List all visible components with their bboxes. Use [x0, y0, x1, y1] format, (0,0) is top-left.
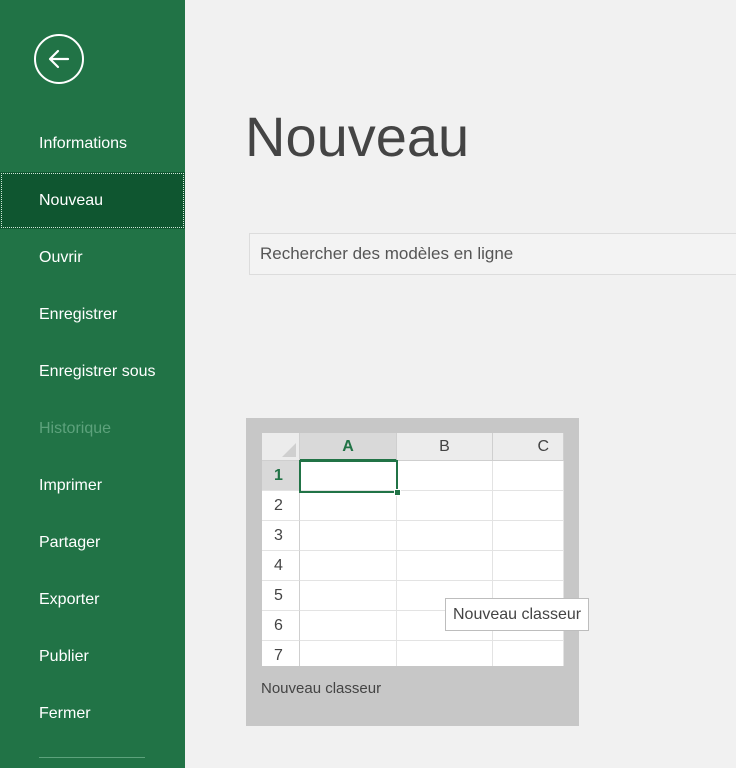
column-header-c: C: [493, 433, 564, 461]
template-label: Nouveau classeur: [261, 680, 382, 697]
sheet-cell: [493, 461, 564, 491]
sheet-cell: [300, 641, 397, 666]
workbook-preview: A B C 1 2 3 4 5 6 7: [262, 433, 564, 666]
sheet-cell: [493, 551, 564, 581]
active-cell-a1: [299, 460, 398, 493]
sheet-cell: [300, 491, 397, 521]
select-all-corner: [262, 433, 300, 461]
nav-item-exporter[interactable]: Exporter: [0, 571, 185, 628]
row-header-7: 7: [262, 641, 300, 666]
nav-item-informations[interactable]: Informations: [0, 115, 185, 172]
sheet-cell: [397, 551, 493, 581]
sheet-cell: [493, 521, 564, 551]
fill-handle: [394, 489, 401, 496]
nav-item-partager[interactable]: Partager: [0, 514, 185, 571]
column-header-b: B: [397, 433, 493, 461]
nav-item-publier[interactable]: Publier: [0, 628, 185, 685]
row-header-4: 4: [262, 551, 300, 581]
sheet-cell: [397, 641, 493, 666]
row-header-1: 1: [262, 461, 300, 491]
row-header-5: 5: [262, 581, 300, 611]
row-header-3: 3: [262, 521, 300, 551]
row-header-2: 2: [262, 491, 300, 521]
template-blank-workbook[interactable]: A B C 1 2 3 4 5 6 7 Nouveau classeur: [246, 418, 579, 726]
nav-item-enregistrer-sous[interactable]: Enregistrer sous: [0, 343, 185, 400]
sheet-cell: [493, 641, 564, 666]
template-search-input[interactable]: [249, 233, 736, 275]
column-header-a: A: [300, 433, 397, 461]
back-arrow-icon: [48, 49, 70, 69]
nav-item-enregistrer[interactable]: Enregistrer: [0, 286, 185, 343]
nav-item-nouveau[interactable]: Nouveau: [0, 172, 185, 229]
backstage-sidebar: Informations Nouveau Ouvrir Enregistrer …: [0, 0, 185, 768]
sheet-cell: [397, 461, 493, 491]
sheet-cell: [397, 491, 493, 521]
page-title: Nouveau: [245, 105, 470, 168]
sidebar-divider: [39, 757, 145, 758]
sheet-cell: [300, 521, 397, 551]
sheet-cell: [493, 491, 564, 521]
sheet-cell: [397, 521, 493, 551]
nav-item-historique: Historique: [39, 420, 112, 437]
sheet-cell: [300, 551, 397, 581]
nav-item-imprimer[interactable]: Imprimer: [0, 457, 185, 514]
tooltip: Nouveau classeur: [445, 598, 590, 631]
sheet-cell: [300, 581, 397, 611]
nav-item-ouvrir[interactable]: Ouvrir: [0, 229, 185, 286]
back-button[interactable]: [34, 34, 84, 84]
row-header-6: 6: [262, 611, 300, 641]
sheet-cell: [300, 611, 397, 641]
nav-item-fermer[interactable]: Fermer: [0, 685, 185, 742]
